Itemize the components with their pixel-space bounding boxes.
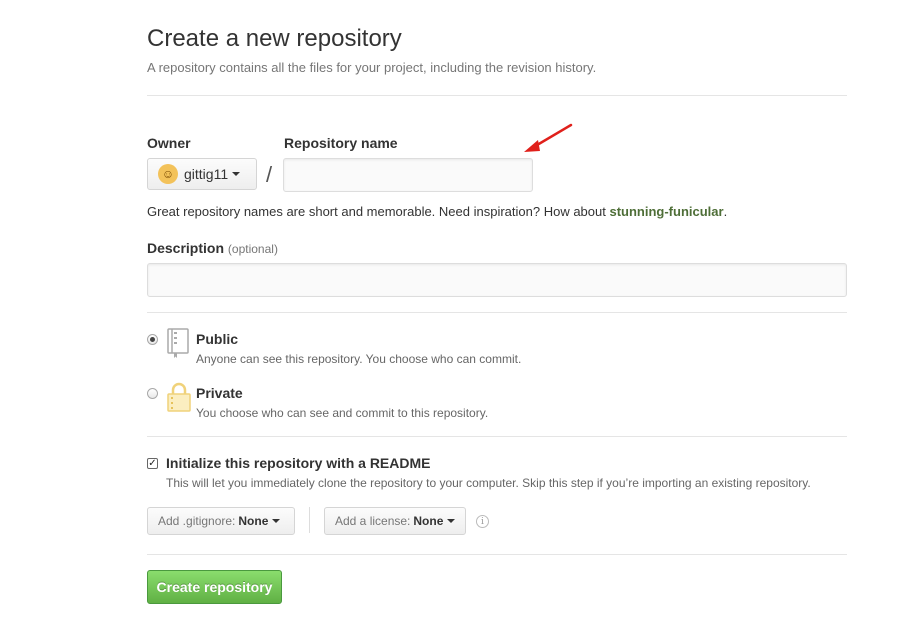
optional-tag: (optional) [227,242,278,256]
create-repository-button[interactable]: Create repository [147,570,282,604]
public-radio[interactable] [147,334,158,345]
divider [147,312,847,313]
divider [147,436,847,437]
divider [309,507,310,533]
description-label-text: Description [147,240,225,256]
owner-label: Owner [147,135,191,151]
private-desc: You choose who can see and commit to thi… [196,406,489,420]
private-radio[interactable] [147,388,158,399]
lock-icon [167,382,191,412]
page-subtitle: A repository contains all the files for … [147,60,597,75]
license-value: None [413,514,444,528]
public-title: Public [196,331,239,347]
repository-name-input[interactable] [283,158,533,192]
name-suggestion[interactable]: stunning-funicular [609,204,723,219]
name-hint-suffix: . [723,204,728,219]
name-hint-text: Great repository names are short and mem… [147,204,610,219]
owner-name: gittig11 [184,166,229,182]
description-label: Description (optional) [147,240,278,256]
name-hint: Great repository names are short and mem… [147,204,727,219]
page-title: Create a new repository [147,25,402,52]
description-input[interactable] [147,263,847,297]
divider [147,95,847,96]
user-avatar-icon: ☺ [158,164,178,184]
private-title: Private [196,385,243,401]
license-select-button[interactable]: Add a license: None [324,507,466,535]
gitignore-value: None [238,514,269,528]
public-desc: Anyone can see this repository. You choo… [196,352,522,366]
chevron-down-icon [447,519,456,523]
owner-select-button[interactable]: ☺ gittig11 [147,158,257,190]
repo-book-icon [167,328,189,358]
info-icon[interactable]: i [476,515,489,528]
gitignore-label: Add .gitignore: [158,514,236,528]
chevron-down-icon [232,172,241,176]
repository-name-label: Repository name [284,135,398,151]
gitignore-select-button[interactable]: Add .gitignore: None [147,507,295,535]
chevron-down-icon [272,519,281,523]
owner-repo-separator: / [266,162,273,187]
license-label: Add a license: [335,514,411,528]
annotation-arrow-icon [524,123,573,152]
readme-checkbox[interactable]: ✓ [147,458,158,469]
readme-desc: This will let you immediately clone the … [166,476,811,490]
readme-title: Initialize this repository with a README [166,455,431,471]
divider [147,554,847,555]
